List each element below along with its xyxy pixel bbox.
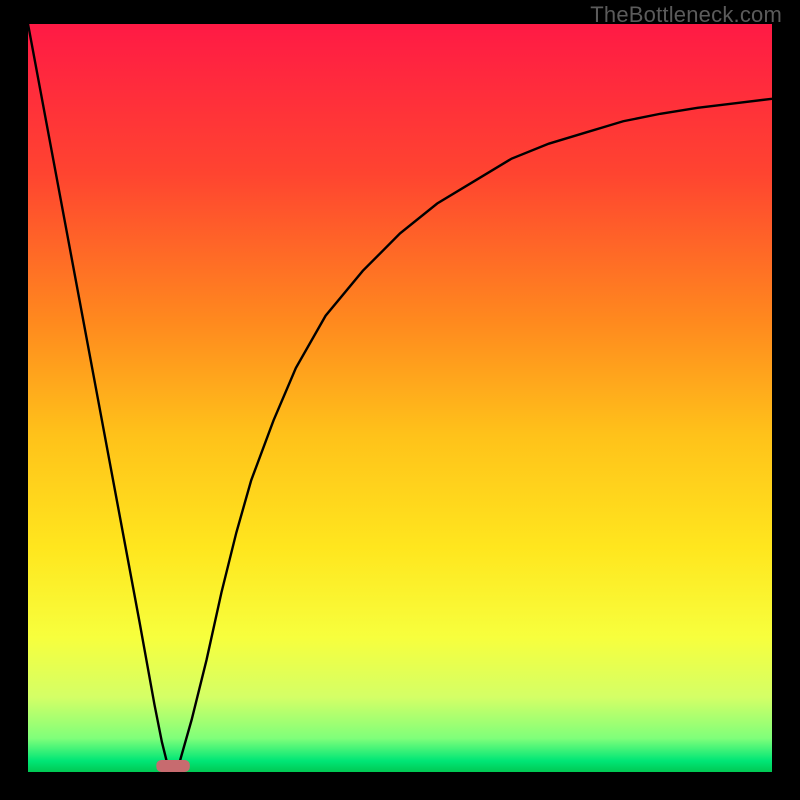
chart-svg [28,24,772,772]
watermark-text: TheBottleneck.com [590,2,782,28]
chart-frame [28,24,772,772]
gradient-background [28,24,772,772]
trough-marker [156,760,189,772]
